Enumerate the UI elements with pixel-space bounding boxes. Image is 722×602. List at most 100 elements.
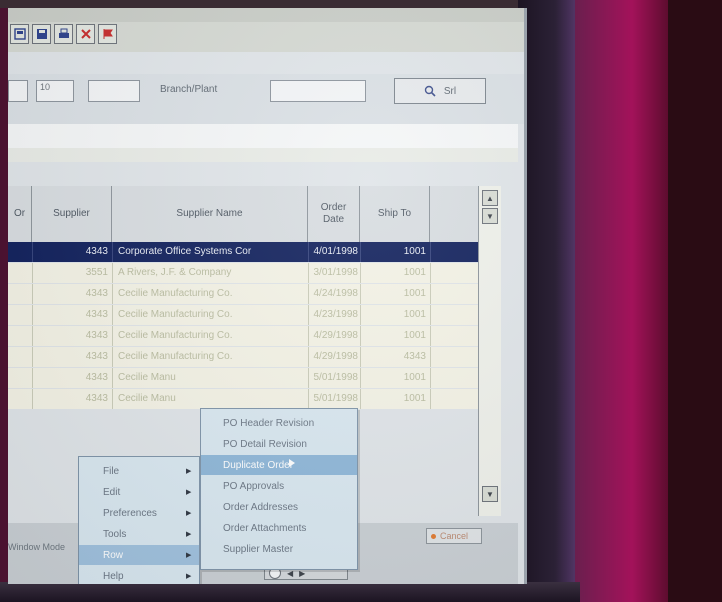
menu-item-edit[interactable]: Edit ▶ [79, 482, 199, 502]
cell-supplier: 4343 [85, 393, 108, 404]
cell-ship: 1001 [403, 288, 426, 299]
menu-item-file[interactable]: File ▶ [79, 461, 199, 481]
find-button[interactable]: Srl [394, 78, 486, 104]
save-icon[interactable] [32, 24, 51, 44]
cell-supplier: 4343 [85, 246, 108, 257]
cell-or [8, 326, 32, 346]
cancel-button-label: Cancel [440, 531, 469, 541]
column-divider [430, 326, 431, 346]
search-icon [424, 85, 436, 97]
col-header-extra [430, 186, 478, 242]
submenu-item[interactable]: PO Approvals [201, 476, 357, 496]
submenu-item[interactable]: Duplicate Order [201, 455, 357, 475]
col-header-ship-to[interactable]: Ship To [360, 186, 430, 242]
table-row[interactable]: 4343 Cecilie Manu 5/01/1998 1001 [8, 389, 478, 409]
column-divider [430, 347, 431, 367]
find-button-label: Srl [443, 85, 457, 97]
branch-plant-input[interactable] [270, 80, 366, 102]
chevron-right-icon: ▶ [186, 510, 192, 517]
title-strip [8, 8, 524, 22]
cell-name: Cecilie Manu [118, 393, 176, 404]
cell-date: 5/01/1998 [313, 393, 359, 404]
vertical-scrollbar[interactable]: ▲ ▼ ▼ [478, 186, 501, 516]
submenu-item[interactable]: PO Header Revision [201, 413, 357, 433]
filter-bar: 10 Branch/Plant Srl [8, 74, 524, 124]
cell-name: Cecilie Manu [118, 372, 176, 383]
submenu-item-label: PO Approvals [223, 480, 285, 492]
cell-date: 4/29/1998 [313, 351, 359, 362]
scroll-up-icon[interactable]: ▲ [482, 190, 498, 206]
submenu-item-label: PO Detail Revision [223, 438, 307, 450]
menu-item-row[interactable]: Row ▶ [79, 545, 199, 565]
column-divider [430, 368, 431, 388]
column-divider [430, 284, 431, 304]
col-header-supplier[interactable]: Supplier [32, 186, 112, 242]
cell-supplier: 4343 [85, 309, 108, 320]
menu-item-preferences[interactable]: Preferences ▶ [79, 503, 199, 523]
column-divider [430, 242, 431, 262]
delete-icon[interactable] [76, 24, 95, 44]
column-divider [112, 263, 113, 283]
cell-or [8, 284, 32, 304]
column-divider [112, 284, 113, 304]
cell-date: 3/01/1998 [313, 267, 359, 278]
submenu-item-label: Duplicate Order [223, 459, 294, 471]
submenu-item[interactable]: Order Attachments [201, 518, 357, 538]
cancel-button[interactable]: Cancel [426, 528, 482, 544]
cell-date: 4/29/1998 [313, 330, 359, 341]
cell-name: Cecilie Manufacturing Co. [118, 309, 233, 320]
monitor-screen: 10 Branch/Plant Srl Or Supplier Supplier… [8, 8, 527, 584]
toolbar [8, 8, 524, 52]
cell-or [8, 368, 32, 388]
cell-supplier: 3551 [85, 267, 108, 278]
scroll-down-bottom-icon[interactable]: ▼ [482, 486, 498, 502]
cell-supplier: 4343 [85, 372, 108, 383]
cell-date: 4/01/1998 [313, 246, 359, 257]
filter-field-c[interactable] [88, 80, 140, 102]
submenu-item-label: PO Header Revision [223, 417, 315, 429]
submenu-item[interactable]: Supplier Master [201, 539, 357, 559]
menu-item-label: Help [103, 570, 124, 582]
flag-icon[interactable] [98, 24, 117, 44]
chevron-right-icon: ▶ [186, 489, 192, 496]
table-row[interactable]: 4343 Cecilie Manufacturing Co. 4/29/1998 10… [8, 326, 478, 346]
cell-or [8, 263, 32, 283]
filter-field-a[interactable] [8, 80, 28, 102]
table-row[interactable]: 3551 A Rivers, J.F. & Company 3/01/1998 100… [8, 263, 478, 283]
col-header-order-date[interactable]: Order Date [308, 186, 360, 242]
layout-icon[interactable] [10, 24, 29, 44]
submenu-item[interactable]: PO Detail Revision [201, 434, 357, 454]
cell-name: Cecilie Manufacturing Co. [118, 351, 233, 362]
column-divider [430, 389, 431, 409]
table-row[interactable]: 4343 Cecilie Manufacturing Co. 4/23/1998 10… [8, 305, 478, 325]
cell-supplier: 4343 [85, 351, 108, 362]
cell-date: 4/23/1998 [313, 309, 359, 320]
col-header-supplier-name[interactable]: Supplier Name [112, 186, 308, 242]
column-divider [112, 347, 113, 367]
grid-toolbar [8, 148, 518, 162]
table-row-selected[interactable]: 4343 Corporate Office Systems Cor 4/01/199… [8, 242, 478, 262]
cell-ship: 1001 [403, 267, 426, 278]
monitor-bezel-outer [575, 0, 670, 602]
submenu-item[interactable]: Order Addresses [201, 497, 357, 517]
print-icon[interactable] [54, 24, 73, 44]
table-row[interactable]: 4343 Cecilie Manufacturing Co. 4/29/1998 43… [8, 347, 478, 367]
menu-item-help[interactable]: Help ▶ [79, 566, 199, 584]
table-row[interactable]: 4343 Cecilie Manu 5/01/1998 1001 [8, 368, 478, 388]
context-menu: File ▶ Edit ▶ Preferences ▶ Tools ▶ Row ▶ Help ▶ [78, 456, 200, 584]
cancel-icon [431, 533, 436, 539]
col-header-or[interactable]: Or [8, 186, 32, 242]
cell-date: 4/24/1998 [313, 288, 359, 299]
cell-or [8, 305, 32, 325]
column-divider [430, 263, 431, 283]
table-row[interactable]: 4343 Cecilie Manufacturing Co. 4/24/1998 10… [8, 284, 478, 304]
column-divider [112, 326, 113, 346]
menu-item-tools[interactable]: Tools ▶ [79, 524, 199, 544]
cell-supplier: 4343 [85, 330, 108, 341]
grid-header: Or Supplier Supplier Name Order Date Shi… [8, 186, 478, 244]
menu-item-label: Edit [103, 486, 121, 498]
cell-ship: 1001 [403, 393, 426, 404]
scroll-down-icon[interactable]: ▼ [482, 208, 498, 224]
filter-field-b[interactable]: 10 [36, 80, 74, 102]
cell-name: Corporate Office Systems Cor [118, 246, 252, 257]
